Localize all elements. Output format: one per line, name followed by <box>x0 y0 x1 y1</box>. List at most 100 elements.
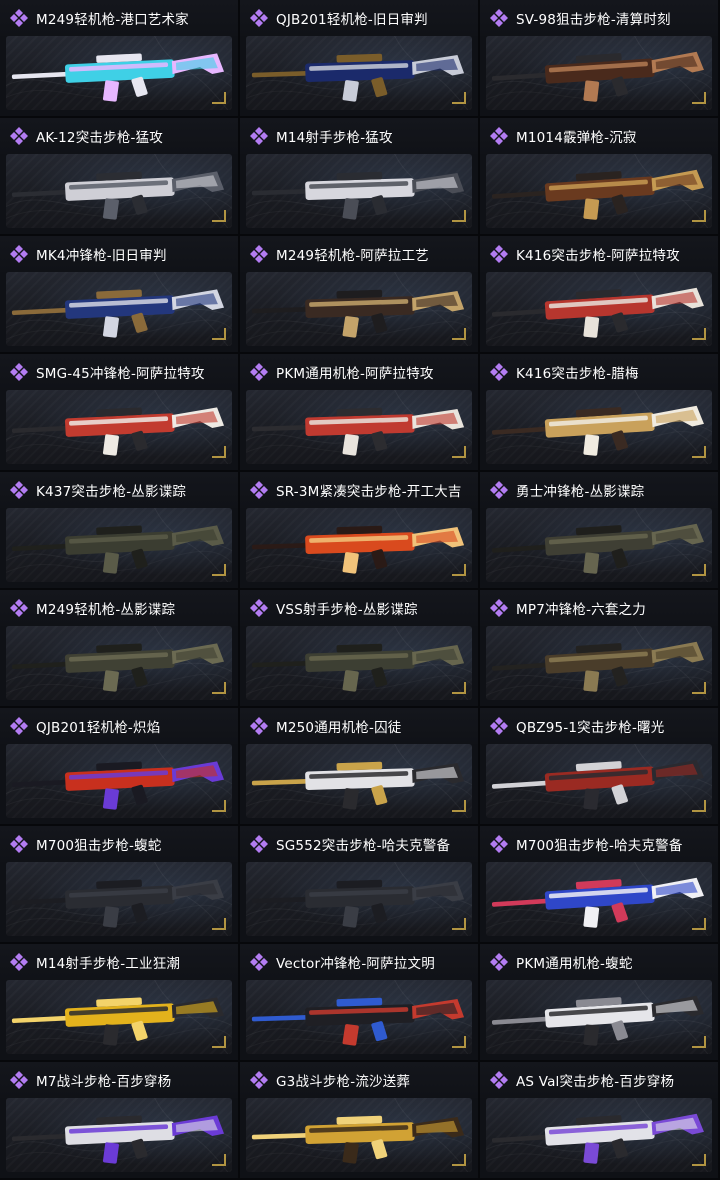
skin-tile[interactable]: M249轻机枪-港口艺术家 <box>0 0 240 118</box>
rarity-diamond-svg <box>490 835 508 853</box>
skin-tile[interactable]: SR-3M紧凑突击步枪-开工大吉 <box>240 472 480 590</box>
skin-tile[interactable]: M14射手步枪-工业狂潮 <box>0 944 240 1062</box>
rarity-diamond-icon <box>488 125 510 147</box>
rarity-diamond-icon <box>8 361 30 383</box>
skin-tile[interactable]: SG552突击步枪-哈夫克警备 <box>240 826 480 944</box>
weapon-preview <box>6 272 232 346</box>
weapon-preview <box>6 508 232 582</box>
weapon-silhouette-icon <box>251 643 465 692</box>
skin-tile[interactable]: M700狙击步枪-蝮蛇 <box>0 826 240 944</box>
rarity-diamond-icon <box>488 361 510 383</box>
skin-tile[interactable]: QJB201轻机枪-旧日审判 <box>240 0 480 118</box>
skin-label: M250通用机枪-囚徒 <box>240 708 478 744</box>
corner-accent-icon <box>212 682 226 694</box>
corner-accent-icon <box>452 1036 466 1048</box>
weapon-preview <box>486 154 712 228</box>
skin-tile[interactable]: PKM通用机枪-蝮蛇 <box>480 944 720 1062</box>
rarity-diamond-icon <box>488 1069 510 1091</box>
corner-accent-icon <box>452 92 466 104</box>
skin-tile[interactable]: M700狙击步枪-哈夫克警备 <box>480 826 720 944</box>
skin-tile[interactable]: M249轻机枪-丛影谍踪 <box>0 590 240 708</box>
weapon-preview <box>486 508 712 582</box>
skin-label: PKM通用机枪-蝮蛇 <box>480 944 718 980</box>
corner-accent-icon <box>212 92 226 104</box>
rarity-diamond-svg <box>490 481 508 499</box>
weapon-silhouette-icon <box>491 641 704 692</box>
skin-label: SR-3M紧凑突击步枪-开工大吉 <box>240 472 478 508</box>
weapon-silhouette-icon <box>11 407 225 456</box>
skin-label: SV-98狙击步枪-清算时刻 <box>480 0 718 36</box>
rarity-diamond-icon <box>8 833 30 855</box>
skin-label: QJB201轻机枪-炽焰 <box>0 708 238 744</box>
rarity-diamond-svg <box>250 481 268 499</box>
skin-tile[interactable]: M1014霰弹枪-沉寂 <box>480 118 720 236</box>
rarity-diamond-icon <box>488 7 510 29</box>
corner-accent-icon <box>692 918 706 930</box>
weapon-silhouette-icon <box>491 405 704 456</box>
corner-accent-icon <box>692 800 706 812</box>
rarity-diamond-svg <box>250 953 268 971</box>
skin-tile[interactable]: QJB201轻机枪-炽焰 <box>0 708 240 826</box>
skin-tile[interactable]: SV-98狙击步枪-清算时刻 <box>480 0 720 118</box>
skin-tile[interactable]: Vector冲锋枪-阿萨拉文明 <box>240 944 480 1062</box>
skin-tile[interactable]: MK4冲锋枪-旧日审判 <box>0 236 240 354</box>
rarity-diamond-svg <box>250 599 268 617</box>
skin-name: QBZ95-1突击步枪-曙光 <box>516 720 665 736</box>
skin-name: K416突击步枪-腊梅 <box>516 366 639 382</box>
rarity-diamond-svg <box>490 1071 508 1089</box>
skin-tile[interactable]: M249轻机枪-阿萨拉工艺 <box>240 236 480 354</box>
rarity-diamond-icon <box>248 361 270 383</box>
weapon-silhouette-icon <box>11 879 225 928</box>
weapon-silhouette-icon <box>11 525 225 574</box>
rarity-diamond-svg <box>490 599 508 617</box>
rarity-diamond-svg <box>10 1071 28 1089</box>
skin-label: AS Val突击步枪-百步穿杨 <box>480 1062 718 1098</box>
corner-accent-icon <box>452 328 466 340</box>
skin-tile[interactable]: M250通用机枪-囚徒 <box>240 708 480 826</box>
skin-name: QJB201轻机枪-旧日审判 <box>276 12 428 28</box>
weapon-silhouette-icon <box>251 171 465 220</box>
skin-name: M1014霰弹枪-沉寂 <box>516 130 637 146</box>
skin-name: M249轻机枪-港口艺术家 <box>36 12 189 28</box>
weapon-preview <box>246 272 472 346</box>
skin-tile[interactable]: AS Val突击步枪-百步穿杨 <box>480 1062 720 1180</box>
rarity-diamond-icon <box>248 715 270 737</box>
corner-accent-icon <box>692 564 706 576</box>
weapon-silhouette-icon <box>11 289 225 338</box>
rarity-diamond-icon <box>488 479 510 501</box>
weapon-silhouette-icon <box>251 879 465 928</box>
weapon-preview <box>6 154 232 228</box>
rarity-diamond-svg <box>250 835 268 853</box>
rarity-diamond-svg <box>250 363 268 381</box>
skin-tile[interactable]: K437突击步枪-丛影谍踪 <box>0 472 240 590</box>
weapon-silhouette-icon <box>491 51 704 102</box>
weapon-preview <box>486 980 712 1054</box>
skin-tile[interactable]: QBZ95-1突击步枪-曙光 <box>480 708 720 826</box>
rarity-diamond-svg <box>250 127 268 145</box>
skin-tile[interactable]: AK-12突击步枪-猛攻 <box>0 118 240 236</box>
skin-name: M700狙击步枪-蝮蛇 <box>36 838 162 854</box>
weapon-silhouette-icon <box>251 407 465 456</box>
skin-name: MK4冲锋枪-旧日审判 <box>36 248 167 264</box>
weapon-preview <box>6 862 232 936</box>
skin-tile[interactable]: M14射手步枪-猛攻 <box>240 118 480 236</box>
corner-accent-icon <box>452 800 466 812</box>
skin-tile[interactable]: K416突击步枪-阿萨拉特攻 <box>480 236 720 354</box>
corner-accent-icon <box>692 328 706 340</box>
skin-tile[interactable]: K416突击步枪-腊梅 <box>480 354 720 472</box>
skin-tile[interactable]: 勇士冲锋枪-丛影谍踪 <box>480 472 720 590</box>
weapon-silhouette-icon <box>11 171 225 220</box>
rarity-diamond-svg <box>10 953 28 971</box>
weapon-preview <box>486 36 712 110</box>
skin-tile[interactable]: G3战斗步枪-流沙送葬 <box>240 1062 480 1180</box>
weapon-silhouette-icon <box>251 997 465 1046</box>
skin-tile[interactable]: MP7冲锋枪-六套之力 <box>480 590 720 708</box>
skin-tile[interactable]: VSS射手步枪-丛影谍踪 <box>240 590 480 708</box>
weapon-silhouette-icon <box>491 287 704 338</box>
skin-tile[interactable]: SMG-45冲锋枪-阿萨拉特攻 <box>0 354 240 472</box>
skin-tile[interactable]: PKM通用机枪-阿萨拉特攻 <box>240 354 480 472</box>
rarity-diamond-icon <box>8 7 30 29</box>
skin-tile[interactable]: M7战斗步枪-百步穿杨 <box>0 1062 240 1180</box>
skin-label: M7战斗步枪-百步穿杨 <box>0 1062 238 1098</box>
skin-name: M14射手步枪-猛攻 <box>276 130 393 146</box>
